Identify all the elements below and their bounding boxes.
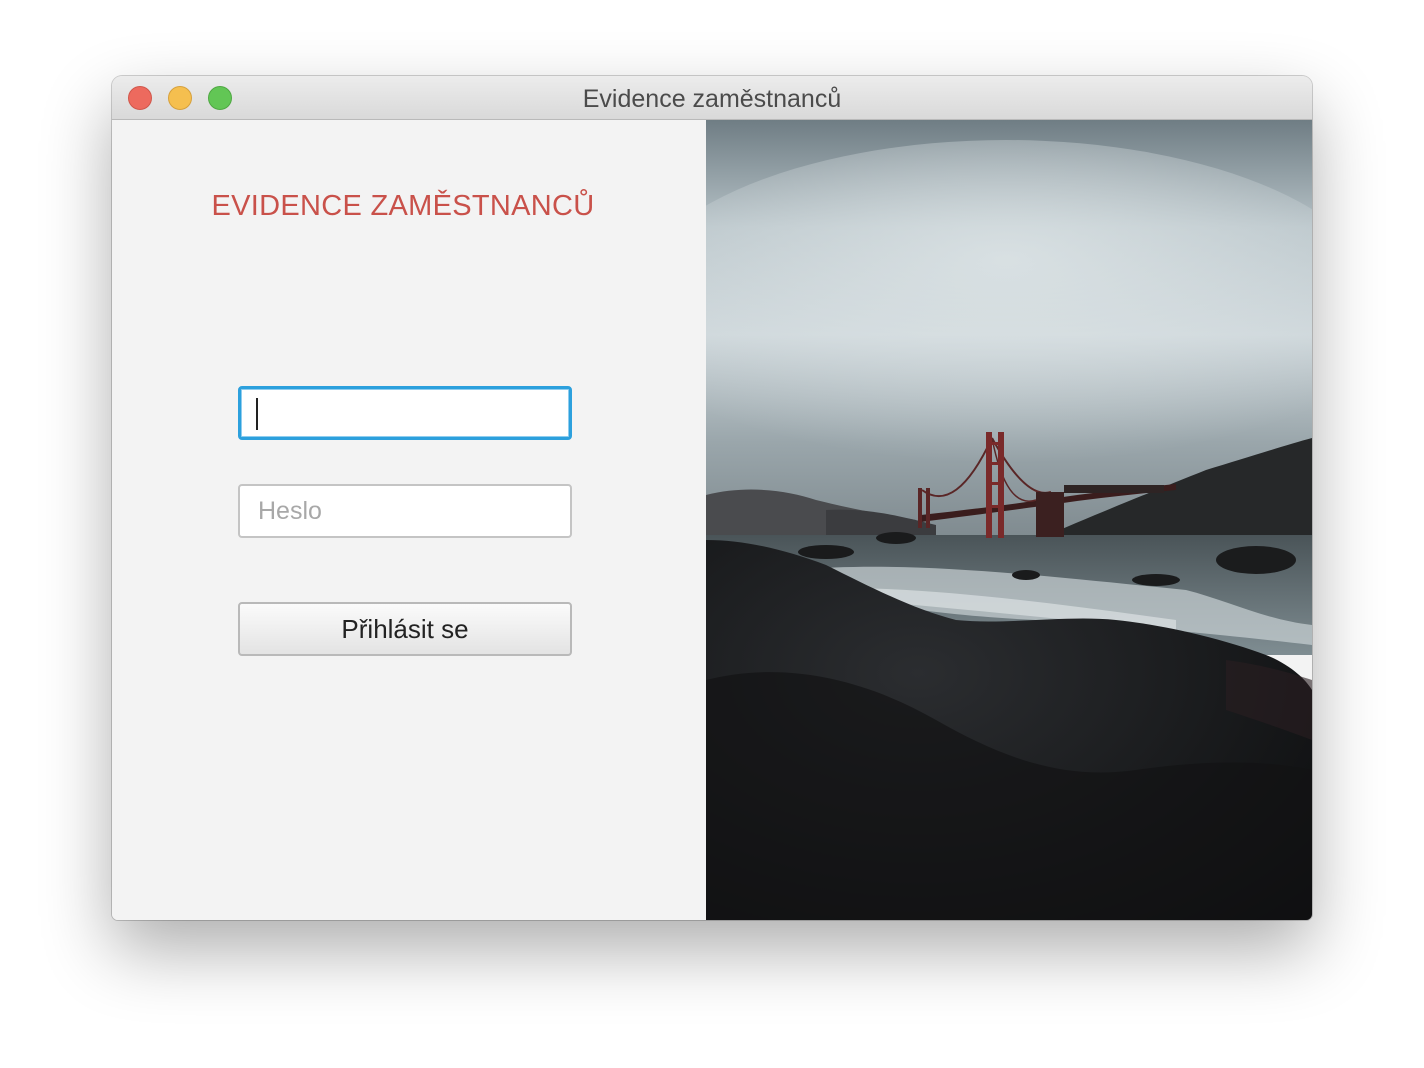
text-caret [256,398,258,430]
title-bar[interactable]: Evidence zaměstnanců [112,76,1312,120]
bridge-photo-icon [706,120,1312,920]
login-panel: EVIDENCE ZAMĚSTNANCŮ Přihlásit se [112,120,706,920]
password-input[interactable] [238,484,572,538]
username-input[interactable] [238,386,572,440]
bridge-photo [706,120,1312,920]
app-heading: EVIDENCE ZAMĚSTNANCŮ [211,190,595,222]
window-title: Evidence zaměstnanců [582,85,842,113]
login-button[interactable]: Přihlásit se [238,602,572,656]
login-window: Evidence zaměstnanců EVIDENCE ZAMĚSTNANC… [112,76,1312,920]
